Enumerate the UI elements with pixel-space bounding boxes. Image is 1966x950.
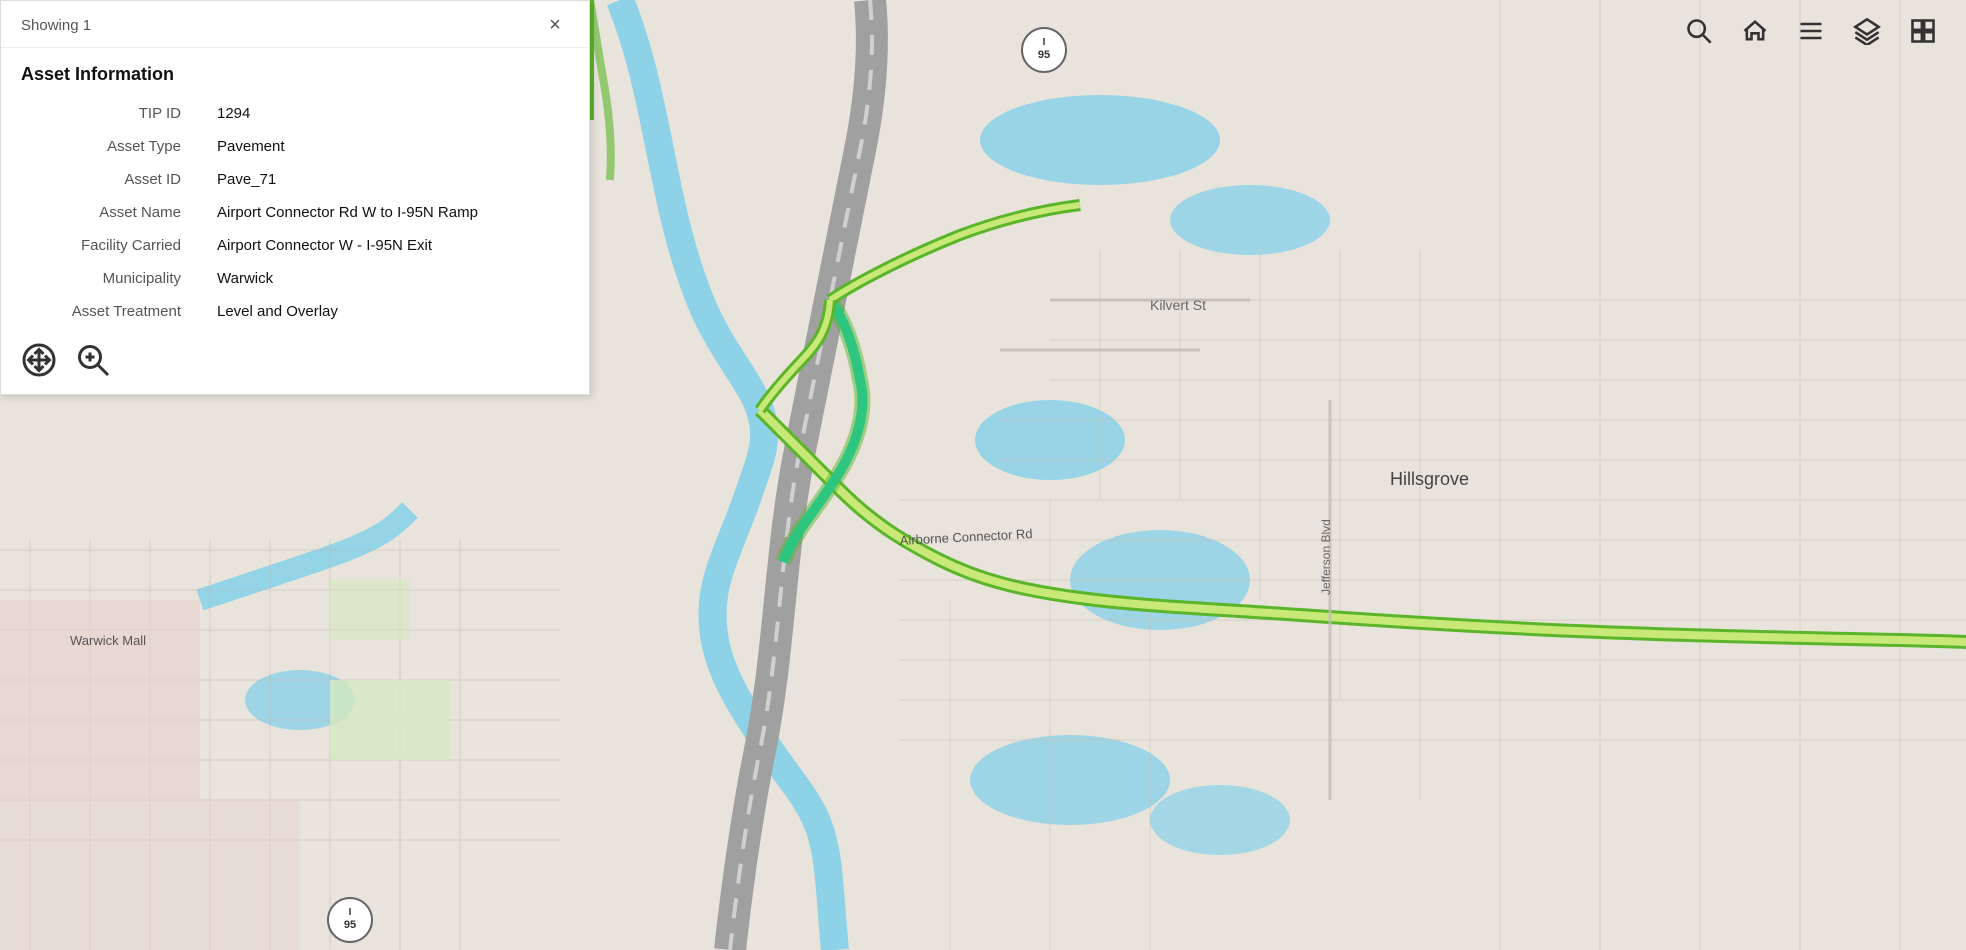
info-row: Asset IDPave_71	[1, 163, 589, 196]
svg-text:Kilvert St: Kilvert St	[1150, 297, 1206, 313]
info-row: Asset TypePavement	[1, 130, 589, 163]
search-button[interactable]	[1680, 12, 1718, 50]
move-button[interactable]	[21, 342, 57, 378]
field-value: 1294	[201, 97, 589, 130]
field-value: Airport Connector W - I-95N Exit	[201, 229, 589, 262]
info-table-body: TIP ID1294Asset TypePavementAsset IDPave…	[1, 97, 589, 328]
panel-title: Showing 1	[21, 17, 91, 34]
info-row: MunicipalityWarwick	[1, 262, 589, 295]
svg-text:Hillsgrove: Hillsgrove	[1390, 469, 1469, 489]
info-row: Asset NameAirport Connector Rd W to I-95…	[1, 196, 589, 229]
zoom-to-button[interactable]	[75, 342, 111, 378]
info-row: TIP ID1294	[1, 97, 589, 130]
field-value: Pavement	[201, 130, 589, 163]
grid-button[interactable]	[1904, 12, 1942, 50]
layers-button[interactable]	[1848, 12, 1886, 50]
svg-text:I: I	[1043, 37, 1046, 48]
close-button[interactable]: ×	[541, 11, 569, 39]
field-value: Airport Connector Rd W to I-95N Ramp	[201, 196, 589, 229]
info-row: Asset TreatmentLevel and Overlay	[1, 295, 589, 328]
list-button[interactable]	[1792, 12, 1830, 50]
asset-info-title: Asset Information	[1, 48, 589, 97]
svg-text:95: 95	[344, 919, 356, 931]
field-label: Municipality	[1, 262, 201, 295]
field-value: Warwick	[201, 262, 589, 295]
svg-text:Jefferson Blvd: Jefferson Blvd	[1319, 519, 1333, 595]
svg-text:Warwick Mall: Warwick Mall	[70, 633, 146, 648]
info-row: Facility CarriedAirport Connector W - I-…	[1, 229, 589, 262]
field-label: Facility Carried	[1, 229, 201, 262]
field-label: Asset Treatment	[1, 295, 201, 328]
info-table: TIP ID1294Asset TypePavementAsset IDPave…	[1, 97, 589, 328]
field-value: Level and Overlay	[201, 295, 589, 328]
panel-footer	[1, 328, 589, 378]
field-label: TIP ID	[1, 97, 201, 130]
info-panel: Showing 1 × Asset Information TIP ID1294…	[0, 0, 590, 395]
panel-header: Showing 1 ×	[1, 1, 589, 48]
field-label: Asset ID	[1, 163, 201, 196]
field-value: Pave_71	[201, 163, 589, 196]
svg-text:I: I	[349, 907, 352, 918]
home-button[interactable]	[1736, 12, 1774, 50]
toolbar	[1680, 12, 1942, 50]
svg-text:95: 95	[1038, 49, 1050, 61]
field-label: Asset Name	[1, 196, 201, 229]
field-label: Asset Type	[1, 130, 201, 163]
